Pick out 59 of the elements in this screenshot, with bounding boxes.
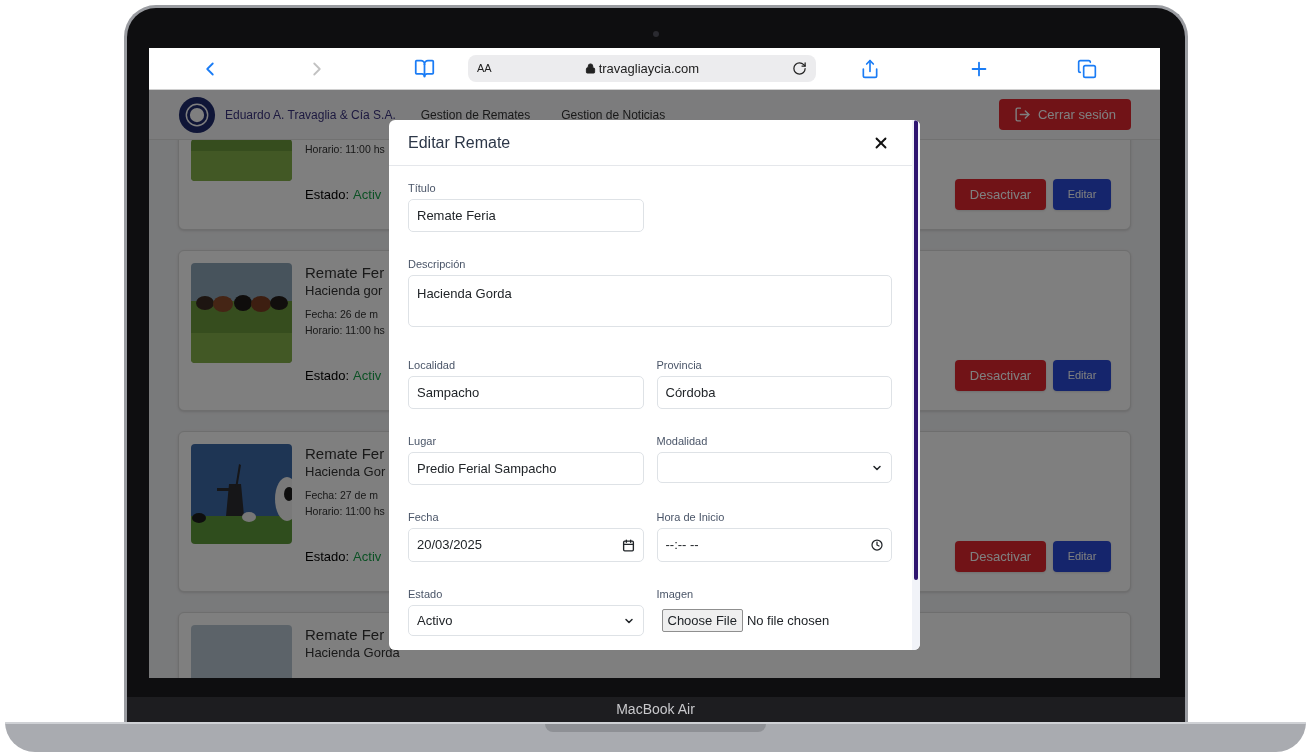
- field-label: Localidad: [408, 358, 456, 372]
- scrollbar-thumb[interactable]: [914, 120, 918, 580]
- url-text: travagliaycia.com: [598, 59, 700, 78]
- field-label: Fecha: [408, 510, 439, 524]
- share-icon: [860, 58, 880, 79]
- input-field[interactable]: Sampacho: [408, 376, 644, 409]
- card-title: Remate Fer: [305, 625, 385, 644]
- input-field[interactable]: Remate Feria: [408, 199, 644, 232]
- field-label: Hora de Inicio: [656, 510, 725, 524]
- field-label: Imagen: [656, 587, 694, 601]
- select-field[interactable]: [656, 452, 892, 483]
- date-field[interactable]: 20/03/2025: [408, 528, 644, 562]
- input-field[interactable]: Córdoba: [656, 376, 892, 409]
- card-time: Horario: 11:00 hs: [305, 504, 385, 519]
- text-size-label: AA: [477, 61, 492, 77]
- field-label: Título: [408, 181, 436, 195]
- card-title: Remate Fer: [305, 263, 385, 282]
- field-label: Provincia: [656, 358, 702, 372]
- text-area[interactable]: Hacienda Gorda: [408, 275, 892, 327]
- status-value: Activ: [353, 186, 382, 204]
- card-description: Hacienda Gor: [305, 463, 386, 481]
- logo-icon: [178, 95, 216, 134]
- card-description: Hacienda Gorda: [305, 644, 400, 662]
- edit-button[interactable]: Editar: [1053, 541, 1111, 572]
- address-bar[interactable]: AA travagliaycia.com: [468, 55, 816, 82]
- card-date: Fecha: 26 de m: [305, 307, 378, 322]
- select-field[interactable]: Activo: [408, 605, 644, 636]
- file-status: No file chosen: [746, 611, 830, 630]
- edit-button[interactable]: Editar: [1053, 179, 1111, 210]
- reload-icon: [792, 61, 807, 76]
- brand-name: Eduardo A. Travaglia & Cía S.A.: [225, 106, 396, 124]
- status-label: Estado:: [305, 367, 350, 385]
- device-label: MacBook Air: [616, 700, 695, 719]
- choose-file-button[interactable]: Choose File: [661, 609, 743, 632]
- input-field[interactable]: Predio Ferial Sampacho: [408, 452, 644, 485]
- edit-button[interactable]: Editar: [1053, 360, 1111, 391]
- field-label: Estado: [408, 587, 443, 601]
- card-time: Horario: 11:00 hs: [305, 142, 385, 157]
- card-time: Horario: 11:00 hs: [305, 323, 385, 338]
- lock-icon: [584, 63, 596, 74]
- card-date: Fecha: 27 de m: [305, 488, 378, 503]
- status-value: Activ: [353, 548, 382, 566]
- logout-icon: [1014, 106, 1031, 123]
- nav-link[interactable]: Gestion de Remates: [420, 105, 531, 124]
- field-label: Lugar: [408, 434, 437, 448]
- tabs-icon: [1077, 58, 1097, 79]
- status-label: Estado:: [305, 548, 350, 566]
- status-value: Activ: [353, 367, 382, 385]
- dialog-title: Editar Remate: [408, 132, 511, 153]
- clock-icon: [871, 539, 883, 551]
- card-description: Hacienda gor: [305, 282, 383, 300]
- field-label: Modalidad: [656, 434, 708, 448]
- time-field[interactable]: --:-- --: [656, 528, 892, 562]
- bookmarks-icon: [414, 58, 435, 79]
- nav-link[interactable]: Gestion de Noticias: [561, 105, 666, 124]
- card-title: Remate Fer: [305, 444, 385, 463]
- status-label: Estado:: [305, 186, 350, 204]
- field-label: Descripción: [408, 257, 466, 271]
- calendar-icon: [621, 538, 635, 552]
